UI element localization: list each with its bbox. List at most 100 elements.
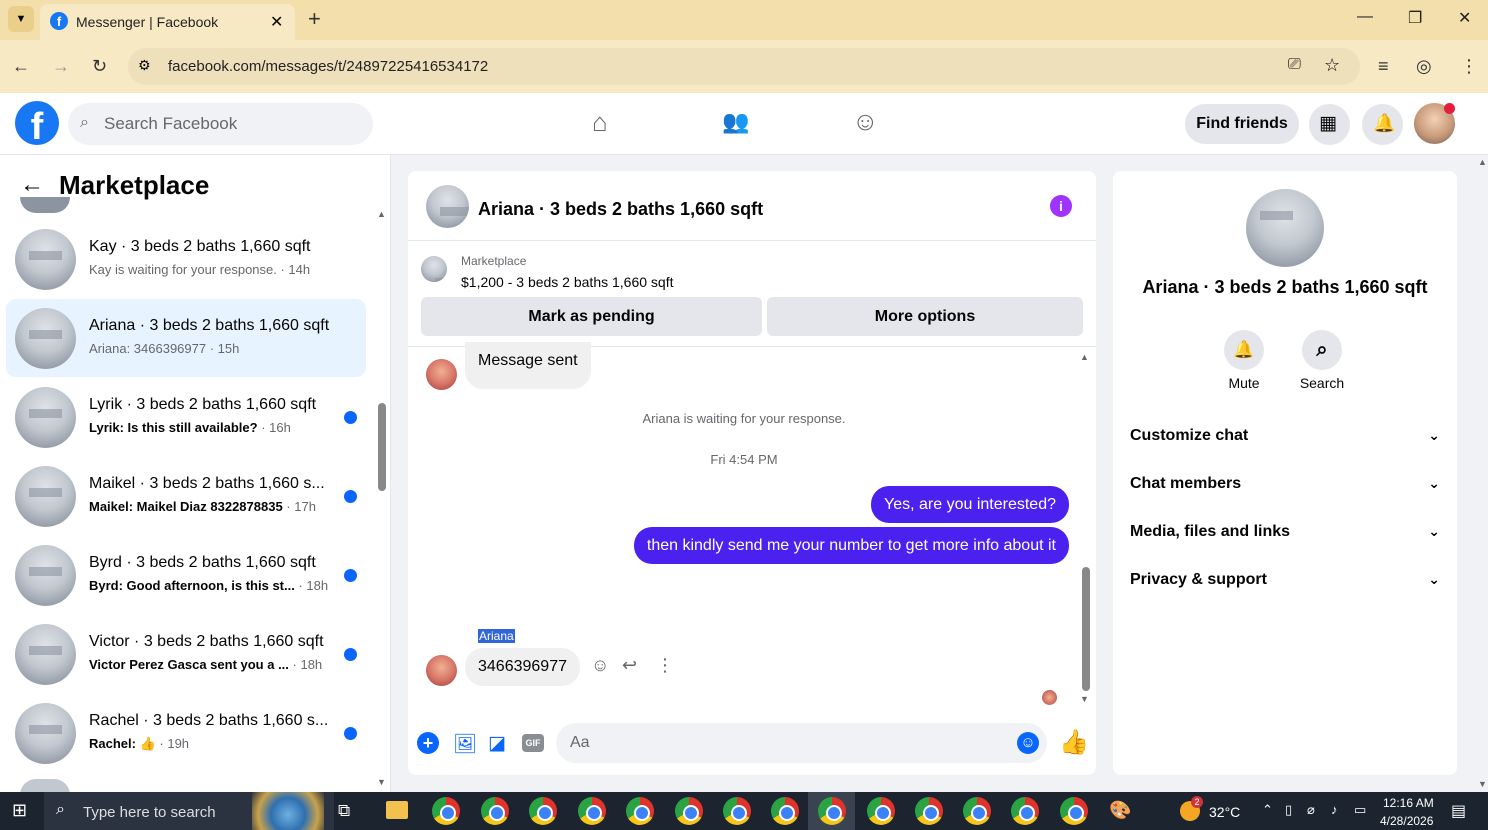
file-explorer-icon[interactable] [386, 801, 408, 819]
taskbar-search-inner[interactable]: ⌕ Type here to search [44, 792, 334, 830]
sender-avatar [426, 655, 457, 686]
menu-dots-icon[interactable]: ⋮ [1460, 56, 1478, 77]
tab-list-button[interactable]: ▼ [8, 6, 34, 32]
bookmark-star-icon[interactable]: ☆ [1324, 55, 1340, 76]
list-item[interactable]: Maikel · 3 beds 2 baths 1,660 s... Maike… [6, 457, 366, 535]
paint-app-icon[interactable]: 🎨 [1109, 800, 1131, 821]
friends-icon[interactable]: 👥 [722, 109, 749, 135]
media-files-links-row[interactable]: Media, files and links ⌄ [1130, 523, 1440, 541]
volume-icon[interactable]: ♪ [1331, 802, 1338, 817]
chrome-icon[interactable] [481, 797, 509, 825]
scroll-down-icon[interactable]: ▼ [377, 777, 386, 787]
list-item[interactable]: Ariana · 3 beds 2 baths 1,660 sqft Arian… [6, 299, 366, 377]
search-box[interactable]: ⌕ [68, 103, 373, 145]
find-friends-button[interactable]: Find friends [1185, 104, 1299, 144]
reload-icon[interactable]: ↻ [92, 56, 107, 77]
list-item[interactable]: Lyrik · 3 beds 2 baths 1,660 sqft Lyrik:… [6, 378, 366, 456]
site-settings-icon[interactable]: ⚙ [138, 57, 151, 74]
chrome-icon[interactable] [675, 797, 703, 825]
page-scroll-up-icon[interactable]: ▲ [1478, 157, 1487, 167]
outgoing-message[interactable]: Yes, are you interested? [871, 486, 1069, 523]
chrome-icon[interactable] [915, 797, 943, 825]
scrollbar-thumb[interactable] [378, 403, 386, 491]
restore-icon[interactable]: ❐ [1408, 8, 1422, 28]
listing-thumbnail[interactable] [421, 256, 447, 282]
profile-icon[interactable]: ◎ [1416, 56, 1432, 77]
scrollbar-thumb[interactable] [1082, 567, 1090, 691]
network-icon[interactable]: ▭ [1354, 802, 1366, 818]
list-item[interactable]: Rachel · 3 beds 2 baths 1,660 s... Rache… [6, 694, 366, 772]
message-input[interactable]: Aa ☺ [556, 723, 1047, 763]
scroll-down-icon[interactable]: ▼ [1080, 694, 1089, 704]
show-hidden-icons-icon[interactable]: ⌃ [1262, 802, 1273, 818]
more-actions-plus-icon[interactable]: + [417, 732, 439, 754]
task-view-icon[interactable]: ⧉ [338, 801, 350, 821]
install-app-icon[interactable]: ⎚ [1288, 56, 1301, 74]
windows-start-icon[interactable]: ⊞ [12, 800, 27, 821]
facebook-logo-icon[interactable]: f [15, 101, 59, 145]
home-icon[interactable]: ⌂ [592, 107, 608, 138]
mark-as-pending-button[interactable]: Mark as pending [421, 297, 762, 336]
search-input[interactable] [104, 103, 364, 145]
gif-icon[interactable]: GIF [522, 734, 544, 752]
chrome-icon[interactable] [578, 797, 606, 825]
listing-price[interactable]: $1,200 - 3 beds 2 baths 1,660 sqft [461, 274, 674, 290]
chrome-icon[interactable] [867, 797, 895, 825]
chrome-icon[interactable] [1060, 797, 1088, 825]
conversation-list-panel: ← Marketplace Kay · 3 beds 2 baths 1,660… [0, 155, 391, 792]
temperature-text[interactable]: 32°C [1209, 804, 1240, 820]
notification-center-icon[interactable]: ▤ [1451, 801, 1466, 821]
more-actions-icon[interactable]: ⋮ [656, 655, 674, 676]
clock-date[interactable]: 4/28/2026 [1380, 814, 1433, 828]
chrome-icon[interactable] [723, 797, 751, 825]
chrome-icon[interactable] [818, 797, 846, 825]
list-item[interactable]: Byrd · 3 beds 2 baths 1,660 sqft Byrd: G… [6, 536, 366, 614]
chat-members-row[interactable]: Chat members ⌄ [1130, 475, 1440, 493]
react-icon[interactable]: ☺ [591, 655, 609, 676]
battery-icon[interactable]: ▯ [1285, 802, 1292, 818]
browser-tab[interactable]: f Messenger | Facebook ✕ [40, 4, 295, 40]
close-window-icon[interactable]: ✕ [1458, 8, 1471, 28]
minimize-icon[interactable]: — [1357, 8, 1373, 26]
customize-chat-row[interactable]: Customize chat ⌄ [1130, 427, 1440, 445]
notifications-button[interactable]: 🔔 [1362, 104, 1403, 145]
listing-avatar[interactable] [1246, 189, 1324, 267]
list-item[interactable]: Victor · 3 beds 2 baths 1,660 sqft Victo… [6, 615, 366, 693]
new-tab-icon[interactable]: + [308, 6, 321, 32]
emoji-icon[interactable]: ☺ [1017, 732, 1039, 754]
chat-title[interactable]: Ariana · 3 beds 2 baths 1,660 sqft [478, 199, 763, 220]
list-item[interactable]: Kay · 3 beds 2 baths 1,660 sqft Kay is w… [6, 220, 366, 298]
thumbs-up-icon: 👍 [135, 736, 156, 751]
mute-button[interactable]: 🔔 [1224, 330, 1264, 370]
network-off-icon[interactable]: ⌀ [1307, 802, 1315, 818]
page-scroll-down-icon[interactable]: ▼ [1478, 779, 1487, 789]
incoming-message[interactable]: 3466396977 [465, 648, 580, 686]
clock-time[interactable]: 12:16 AM [1383, 796, 1434, 810]
menu-grid-button[interactable]: ▦ [1309, 104, 1350, 145]
privacy-support-row[interactable]: Privacy & support ⌄ [1130, 571, 1440, 589]
chrome-icon[interactable] [771, 797, 799, 825]
forward-icon[interactable]: → [52, 56, 70, 77]
scroll-up-icon[interactable]: ▲ [1080, 352, 1089, 362]
chrome-icon[interactable] [529, 797, 557, 825]
close-tab-icon[interactable]: ✕ [270, 12, 283, 32]
more-options-button[interactable]: More options [767, 297, 1083, 336]
scroll-up-icon[interactable]: ▲ [377, 209, 386, 219]
chrome-icon[interactable] [1011, 797, 1039, 825]
chrome-icon[interactable] [626, 797, 654, 825]
back-arrow-icon[interactable]: ← [20, 171, 44, 199]
info-icon[interactable]: i [1050, 195, 1072, 217]
search-conversation-button[interactable]: ⌕ [1302, 330, 1342, 370]
address-bar[interactable]: ⚙ facebook.com/messages/t/24897225416534… [128, 48, 1360, 85]
chrome-icon[interactable] [432, 797, 460, 825]
like-icon[interactable]: 👍 [1059, 728, 1089, 757]
groups-icon[interactable]: ☺ [852, 106, 879, 137]
chrome-icon[interactable] [963, 797, 991, 825]
photo-icon[interactable]: 🖼 [453, 732, 477, 756]
sticker-icon[interactable]: ◪ [488, 732, 506, 755]
media-controls-icon[interactable]: ≡ [1378, 56, 1389, 77]
reply-icon[interactable]: ↩ [622, 655, 637, 676]
back-icon[interactable]: ← [12, 56, 30, 77]
outgoing-message[interactable]: then kindly send me your number to get m… [633, 527, 1069, 564]
listing-avatar[interactable] [426, 185, 469, 228]
